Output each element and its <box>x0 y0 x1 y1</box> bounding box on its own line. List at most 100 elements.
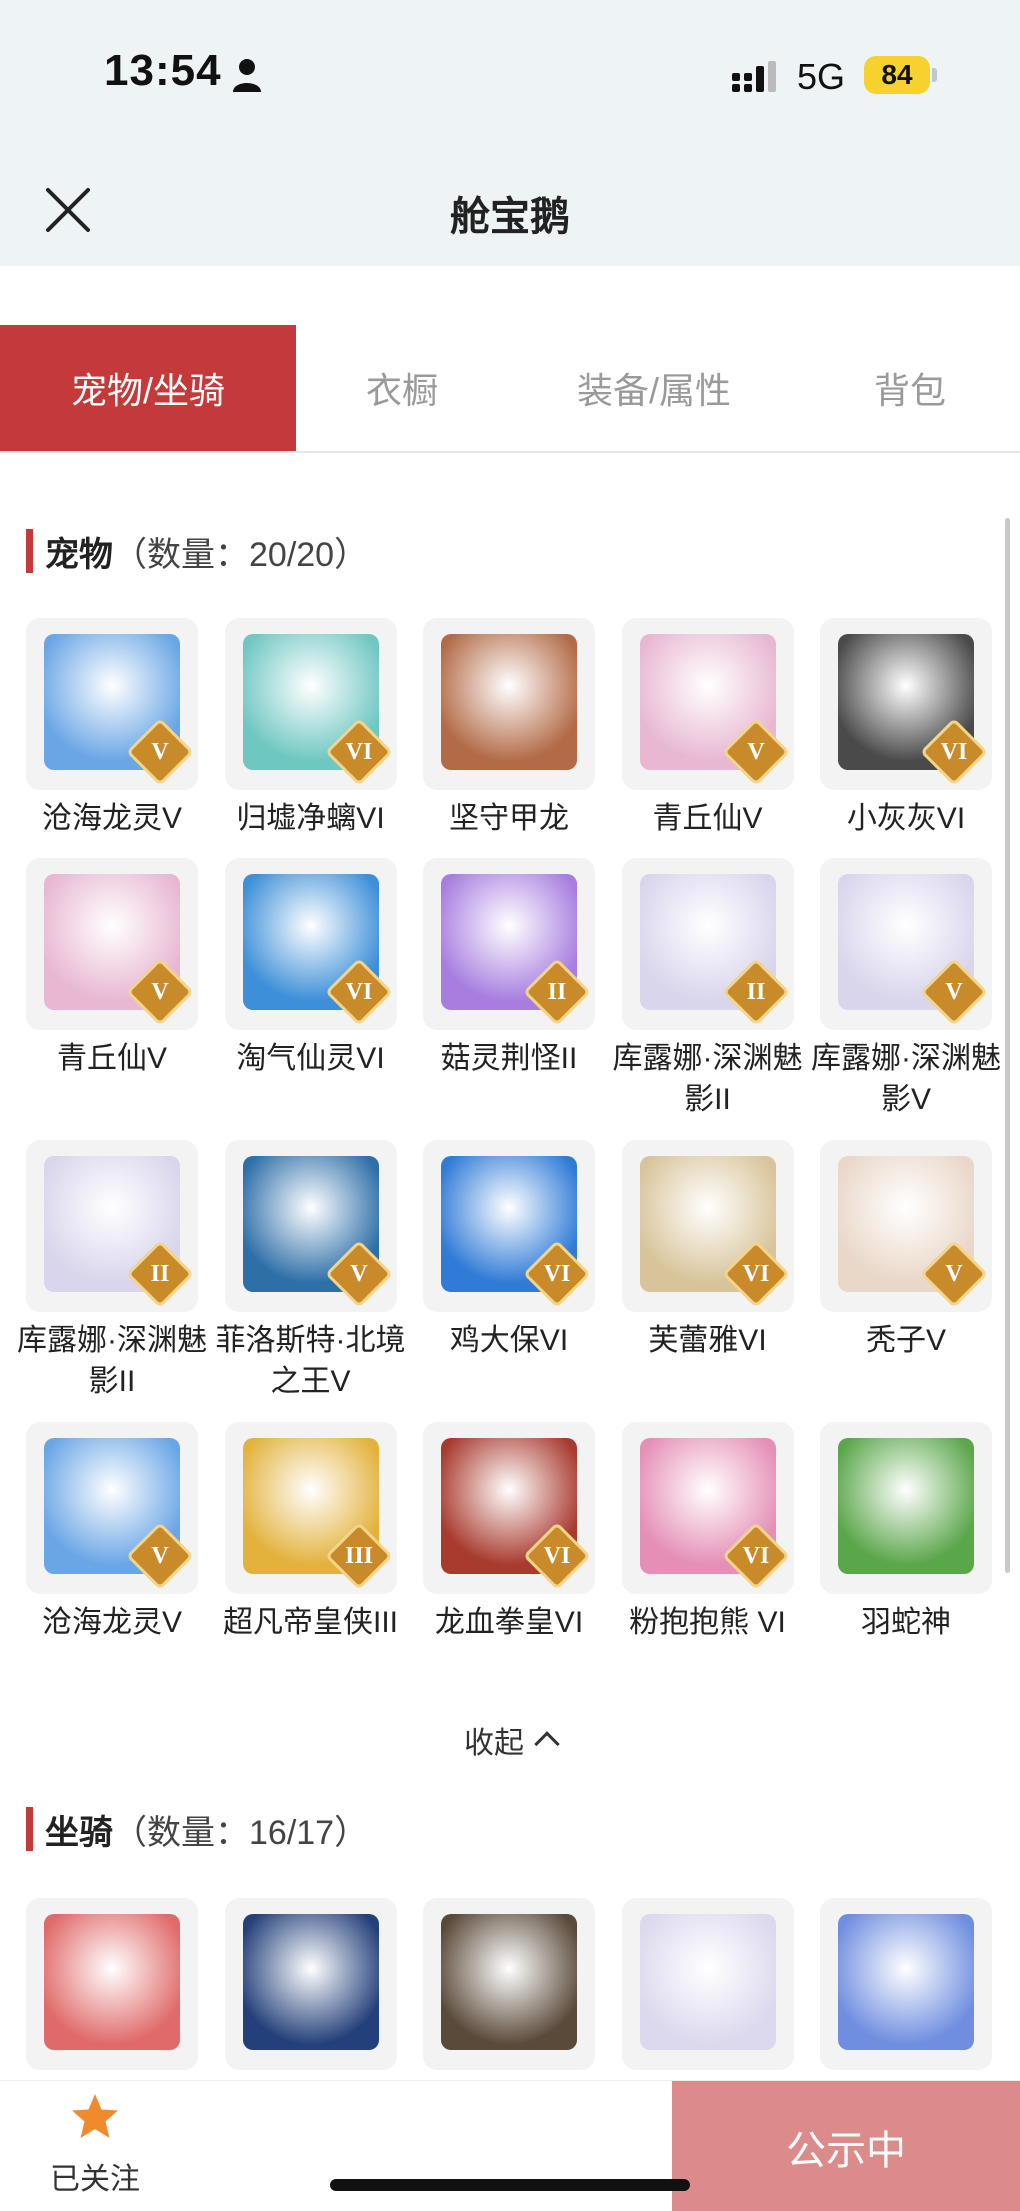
pet-name: 超凡帝皇侠III <box>222 1606 398 1639</box>
pet-card[interactable]: VI 芙蕾雅VI <box>621 1140 794 1361</box>
tier-label: III <box>344 1543 373 1569</box>
pet-name: 小灰灰VI <box>846 802 966 835</box>
tab-bar: 宠物/坐骑 衣橱 装备/属性 背包 <box>0 325 1020 453</box>
pet-card[interactable]: II 库露娜·深渊魅影II <box>613 858 803 1120</box>
tier-label: V <box>349 1261 368 1287</box>
pet-thumbnail[interactable]: V <box>621 618 794 790</box>
pet-card[interactable]: VI 鸡大保VI <box>423 1140 595 1361</box>
battery-level: 84 <box>864 56 930 94</box>
tier-label: V <box>151 1543 169 1569</box>
tier-label: V <box>746 739 765 765</box>
pet-thumbnail[interactable]: II <box>26 1140 198 1312</box>
status-time: 13:54 <box>104 46 222 95</box>
pet-thumbnail[interactable]: V <box>224 1140 397 1312</box>
pet-card[interactable]: II 库露娜·深渊魅影II <box>17 1140 207 1402</box>
pet-name: 坚守甲龙 <box>449 802 569 835</box>
pet-name: 青丘仙V <box>56 1042 167 1075</box>
pet-card[interactable]: 坚守甲龙 <box>423 618 595 839</box>
pet-card[interactable]: V 菲洛斯特·北境之王V <box>216 1140 406 1402</box>
pets-count: （数量：20/20） <box>113 535 369 574</box>
pet-thumbnail[interactable]: III <box>224 1422 397 1594</box>
mount-thumbnail[interactable] <box>224 1898 397 2070</box>
pet-thumbnail[interactable]: VI <box>224 858 397 1030</box>
pet-thumbnail[interactable] <box>820 1422 992 1594</box>
pet-name: 沧海龙灵V <box>41 1606 182 1639</box>
pet-card[interactable]: VI 小灰灰VI <box>820 618 992 839</box>
pet-card[interactable]: VI 粉抱抱熊 VI <box>621 1422 794 1643</box>
pet-thumbnail[interactable]: V <box>26 858 198 1030</box>
page-title: 舱宝鹅 <box>450 195 570 239</box>
tier-label: V <box>945 1261 963 1287</box>
pet-thumbnail[interactable]: VI <box>423 1422 595 1594</box>
mount-card[interactable] <box>224 1898 397 2070</box>
cellular-signal-icon <box>732 61 776 92</box>
pet-card[interactable]: 羽蛇神 <box>820 1422 992 1643</box>
pet-thumbnail[interactable]: V <box>26 1422 198 1594</box>
pet-thumbnail[interactable]: VI <box>423 1140 595 1312</box>
pet-thumbnail[interactable]: V <box>820 1140 992 1312</box>
tab-equipment[interactable]: 装备/属性 <box>508 325 800 451</box>
pet-name: 菇灵荆怪II <box>440 1042 578 1075</box>
tier-label: VI <box>543 1261 571 1287</box>
tab-wardrobe[interactable]: 衣橱 <box>296 325 508 451</box>
pet-card[interactable]: VI 淘气仙灵VI <box>224 858 397 1079</box>
pet-card[interactable]: VI 龙血拳皇VI <box>423 1422 595 1643</box>
mount-card[interactable] <box>423 1898 595 2070</box>
chevron-up-icon <box>534 1731 560 1757</box>
tab-pets-mounts[interactable]: 宠物/坐骑 <box>0 325 296 451</box>
tier-label: V <box>151 979 169 1005</box>
mount-thumbnail[interactable] <box>423 1898 595 2070</box>
mount-card[interactable] <box>26 1898 198 2070</box>
pet-card[interactable]: V 库露娜·深渊魅影V <box>811 858 1001 1120</box>
pet-name: 淘气仙灵VI <box>236 1042 385 1075</box>
collapse-button[interactable]: 收起 <box>0 1718 1020 1762</box>
pet-card[interactable]: V 青丘仙V <box>621 618 794 839</box>
follow-label: 已关注 <box>50 2163 140 2196</box>
mount-image <box>838 1914 974 2050</box>
mount-thumbnail[interactable] <box>820 1898 992 2070</box>
public-status-button[interactable]: 公示中 <box>672 2081 1020 2211</box>
pet-card[interactable]: V 秃子V <box>820 1140 992 1361</box>
pet-thumbnail[interactable]: II <box>423 858 595 1030</box>
pet-card[interactable]: II 菇灵荆怪II <box>423 858 595 1079</box>
pet-card[interactable]: V 沧海龙灵V <box>26 1422 198 1643</box>
mount-card[interactable] <box>820 1898 992 2070</box>
mount-card[interactable] <box>621 1898 794 2070</box>
pet-thumbnail[interactable]: VI <box>224 618 397 790</box>
pet-name: 芙蕾雅VI <box>648 1324 767 1357</box>
bottom-bar: 已关注 公示中 <box>0 2080 1020 2211</box>
mounts-section-title: 坐骑 <box>45 1813 113 1852</box>
follow-button[interactable]: 已关注 <box>40 2091 150 2198</box>
pet-card[interactable]: V 青丘仙V <box>26 858 198 1079</box>
pet-thumbnail[interactable]: V <box>26 618 198 790</box>
tier-label: II <box>746 979 765 1005</box>
mount-image <box>44 1914 180 2050</box>
tier-label: V <box>151 739 169 765</box>
pet-name: 羽蛇神 <box>861 1606 951 1639</box>
pet-thumbnail[interactable]: VI <box>621 1422 794 1594</box>
pet-thumbnail[interactable] <box>423 618 595 790</box>
mounts-count: （数量：16/17） <box>113 1813 369 1852</box>
mount-thumbnail[interactable] <box>621 1898 794 2070</box>
pet-card[interactable]: VI 归墟净螭VI <box>224 618 397 839</box>
person-icon <box>233 59 261 92</box>
pet-thumbnail[interactable]: VI <box>820 618 992 790</box>
pet-card[interactable]: III 超凡帝皇侠III <box>223 1422 398 1643</box>
pet-name: 沧海龙灵V <box>41 802 182 835</box>
tier-label: VI <box>940 739 968 765</box>
tab-backpack[interactable]: 背包 <box>800 325 1020 451</box>
pet-thumbnail[interactable]: VI <box>621 1140 794 1312</box>
tier-label: II <box>547 979 567 1005</box>
pet-name: 龙血拳皇VI <box>434 1606 584 1639</box>
star-icon <box>72 2094 118 2138</box>
tier-label: II <box>150 1261 170 1287</box>
pet-card[interactable]: V 沧海龙灵V <box>26 618 198 839</box>
section-accent-bar <box>26 1807 33 1851</box>
pet-thumbnail[interactable]: II <box>621 858 794 1030</box>
mount-image <box>441 1914 577 2050</box>
mount-image <box>242 1914 379 2050</box>
mount-thumbnail[interactable] <box>26 1898 198 2070</box>
pet-name: 库露娜·深渊魅影II <box>17 1324 207 1398</box>
pet-thumbnail[interactable]: V <box>820 858 992 1030</box>
pet-name: 粉抱抱熊 VI <box>629 1606 786 1639</box>
